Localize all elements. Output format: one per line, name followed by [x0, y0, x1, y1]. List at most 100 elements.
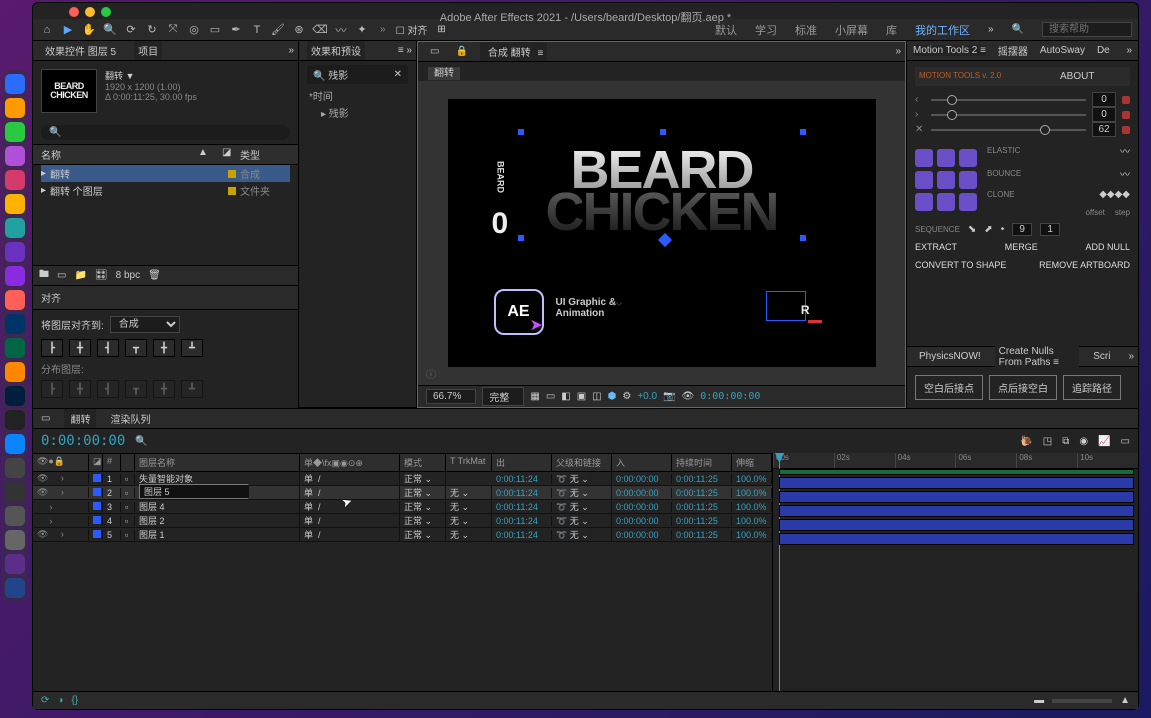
- clear-icon[interactable]: ✕: [394, 69, 402, 80]
- workarea-bar[interactable]: [779, 469, 1134, 475]
- zoom-in-icon[interactable]: ▲: [1120, 695, 1130, 706]
- brainstorm-icon[interactable]: ▭: [1121, 436, 1130, 447]
- overflow-icon[interactable]: »: [1126, 45, 1132, 56]
- region-icon[interactable]: ▣: [577, 391, 586, 402]
- dock-app-icon[interactable]: [5, 314, 25, 334]
- panel-menu-icon[interactable]: »: [284, 43, 298, 58]
- tab-effect-controls[interactable]: 效果控件 图层 5: [41, 41, 120, 60]
- project-item[interactable]: ▸ 翻转 个图层文件夹: [41, 182, 290, 199]
- comp-settings-icon[interactable]: 🎛: [95, 270, 108, 281]
- project-search-input[interactable]: 🔍: [41, 125, 290, 140]
- zoom-select[interactable]: 66.7%: [426, 389, 476, 404]
- panel-menu-icon[interactable]: »: [891, 44, 905, 59]
- align-vcenter-button[interactable]: ╋: [153, 339, 175, 357]
- extract-button[interactable]: EXTRACT: [915, 242, 957, 252]
- timeline-tracks[interactable]: 00s02s04s06s08s10s: [773, 453, 1138, 691]
- merge-button[interactable]: MERGE: [1005, 242, 1038, 252]
- search-icon[interactable]: 🔍: [135, 436, 147, 447]
- seq-dot-icon[interactable]: •: [1001, 224, 1005, 235]
- breadcrumb-comp[interactable]: 翻转: [428, 67, 460, 80]
- motionblur-icon[interactable]: ◉: [1079, 436, 1088, 447]
- snapshot-icon[interactable]: 📷: [663, 391, 675, 402]
- frameblend-icon[interactable]: ⧉: [1062, 436, 1069, 447]
- tab-render-queue[interactable]: 渲染队列: [110, 411, 150, 426]
- stack-icon[interactable]: ▭: [41, 413, 50, 424]
- dock-app-icon[interactable]: [5, 434, 25, 454]
- snap-mode-icon[interactable]: ⊞: [437, 24, 445, 35]
- right-tab[interactable]: De: [1097, 45, 1110, 56]
- right-tab[interactable]: 摇摆器: [998, 43, 1028, 58]
- tab-comp[interactable]: 翻转: [64, 409, 96, 428]
- pill-2[interactable]: 点后接空白: [989, 375, 1057, 400]
- guides-icon[interactable]: ▭: [546, 391, 555, 402]
- anchor-grid[interactable]: [915, 149, 977, 211]
- toggle-modes-icon[interactable]: ◑: [57, 695, 63, 706]
- mt2-about[interactable]: ABOUT: [1025, 67, 1131, 86]
- seq-stairs-up-icon[interactable]: ⬈: [984, 224, 992, 235]
- convert-shape-button[interactable]: CONVERT TO SHAPE: [915, 260, 1006, 270]
- pill-1[interactable]: 空白后接点: [915, 375, 983, 400]
- align-target-select[interactable]: 合成: [110, 316, 180, 333]
- chevron-right-icon[interactable]: »: [988, 24, 994, 35]
- remove-artboard-button[interactable]: REMOVE ARTBOARD: [1039, 260, 1130, 270]
- align-top-button[interactable]: ┳: [125, 339, 147, 357]
- zoom-slider[interactable]: [1052, 699, 1112, 703]
- mt2-slider[interactable]: ‹0: [915, 92, 1130, 107]
- col-name[interactable]: 名称: [41, 145, 198, 164]
- dock-app-icon[interactable]: [5, 554, 25, 574]
- draft3d-icon[interactable]: ◳: [1043, 436, 1052, 447]
- time-ruler[interactable]: 00s02s04s06s08s10s: [773, 453, 1138, 469]
- right-tab2[interactable]: PhysicsNOW!: [915, 349, 985, 364]
- dock-app-icon[interactable]: [5, 482, 25, 502]
- right-tab2[interactable]: Scri: [1089, 349, 1114, 364]
- layer-row[interactable]: 👁 ›5▫图层 1单 /正常 ⌄无 ⌄0:00:11:24➰ 无 ⌄0:00:0…: [33, 528, 772, 542]
- elastic-curve-icon[interactable]: 〰: [1120, 143, 1130, 158]
- interpret-icon[interactable]: 🖿: [39, 267, 49, 284]
- tab-effects-presets[interactable]: 效果和预设: [307, 41, 365, 60]
- mt2-slider[interactable]: ›0: [915, 107, 1130, 122]
- new-comp-icon[interactable]: ▭: [57, 270, 66, 281]
- dock-app-icon[interactable]: [5, 146, 25, 166]
- shy-icon[interactable]: 🐌: [1020, 436, 1032, 447]
- effects-search-input[interactable]: 🔍 残影 ✕: [307, 65, 408, 84]
- canvas-area[interactable]: BEARD CHICKEN BEARD 0 AE ➤ UI Graphic &A…: [418, 81, 905, 385]
- canvas[interactable]: BEARD CHICKEN BEARD 0 AE ➤ UI Graphic &A…: [448, 99, 876, 367]
- quality-select[interactable]: 完整: [482, 387, 524, 406]
- mt2-slider[interactable]: ✕62: [915, 122, 1130, 137]
- bpc-display[interactable]: 8 bpc: [116, 270, 140, 281]
- dock-app-icon[interactable]: [5, 290, 25, 310]
- seq-step-input[interactable]: 1: [1040, 223, 1060, 236]
- layer-bar[interactable]: [779, 519, 1134, 531]
- right-tab2[interactable]: Create Nulls From Paths ≡: [995, 344, 1080, 370]
- right-tab[interactable]: Motion Tools 2 ≡: [913, 45, 986, 56]
- toggle-switches-icon[interactable]: ⟳: [41, 695, 49, 706]
- panel-menu-icon[interactable]: ≡ »: [394, 43, 416, 58]
- mt2-title[interactable]: MOTION TOOLS v. 2.0: [915, 67, 1025, 86]
- transparency-icon[interactable]: ◫: [592, 391, 601, 402]
- clone-dots-icon[interactable]: ◆◆◆◆: [1099, 189, 1130, 200]
- graph-icon[interactable]: 📈: [1098, 436, 1110, 447]
- macos-dock[interactable]: [2, 70, 28, 602]
- dock-app-icon[interactable]: [5, 458, 25, 478]
- layer-row[interactable]: ›4▫图层 2单 /正常 ⌄无 ⌄0:00:11:24➰ 无 ⌄0:00:00:…: [33, 514, 772, 528]
- exposure-value[interactable]: +0.0: [637, 391, 657, 402]
- viewer-time[interactable]: 0:00:00:00: [700, 391, 760, 402]
- mask-icon[interactable]: ◧: [561, 391, 570, 402]
- layer-bar[interactable]: [779, 505, 1134, 517]
- dock-app-icon[interactable]: [5, 74, 25, 94]
- project-list[interactable]: ▸ 翻转合成▸ 翻转 个图层文件夹: [33, 165, 298, 265]
- stack-icon[interactable]: ▭: [426, 44, 443, 59]
- dock-app-icon[interactable]: [5, 362, 25, 382]
- grid-icon[interactable]: ▦: [530, 391, 539, 402]
- layer-bar[interactable]: [779, 491, 1134, 503]
- current-timecode[interactable]: 0:00:00:00: [41, 433, 125, 449]
- align-right-button[interactable]: ┫: [97, 339, 119, 357]
- trash-icon[interactable]: 🗑: [148, 270, 161, 281]
- dock-app-icon[interactable]: [5, 218, 25, 238]
- fx-item-echo[interactable]: ▸ 残影: [309, 105, 406, 120]
- tab-project[interactable]: 项目: [134, 41, 162, 60]
- project-item[interactable]: ▸ 翻转合成: [41, 165, 290, 182]
- col-type[interactable]: 类型: [240, 145, 290, 164]
- dock-app-icon[interactable]: [5, 242, 25, 262]
- addnull-button[interactable]: ADD NULL: [1085, 242, 1130, 252]
